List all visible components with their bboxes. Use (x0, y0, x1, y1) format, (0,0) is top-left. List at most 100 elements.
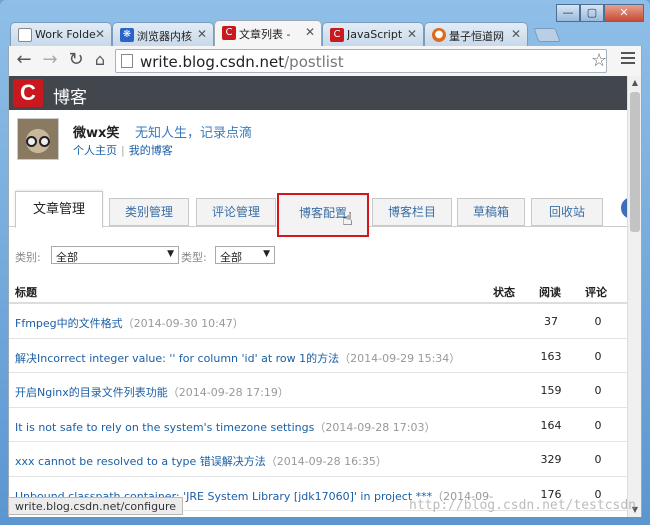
motto: 无知人生，记录点滴 (135, 126, 253, 141)
comment-count: 0 (594, 418, 602, 432)
tab-category-management[interactable]: 类别管理 (109, 198, 189, 226)
browser-tabstrip: Work Folde ✕ ❋ 浏览器内核 ✕ C 文章列表 - ✕ C Java… (10, 20, 570, 46)
profile-section: 微wx笑 无知人生，记录点滴 个人主页 | 我的博客 (17, 118, 617, 168)
browser-tab-label: 浏览器内核 (137, 30, 192, 43)
back-arrow-icon[interactable]: ← (13, 50, 35, 72)
url-path: /postlist (284, 53, 344, 71)
quantum-icon: ● (432, 28, 446, 42)
article-title-link[interactable]: xxx cannot be resolved to a type 错误解决方法 (15, 455, 266, 468)
avatar-glasses-icon (39, 136, 50, 147)
dropdown-caret-icon: ▼ (167, 249, 174, 259)
close-icon[interactable]: ✕ (95, 27, 105, 41)
dropdown-caret-icon: ▼ (263, 249, 270, 259)
header-comments: 评论 (585, 286, 607, 299)
forward-arrow-icon[interactable]: → (39, 50, 61, 72)
article-date: （2014-09-28 17:03） (314, 420, 436, 434)
browser-tab[interactable]: ● 量子恒道网 ✕ (424, 22, 528, 46)
close-icon[interactable]: ✕ (197, 27, 207, 41)
type-label: 类型: (181, 251, 207, 264)
avatar[interactable] (17, 118, 59, 160)
watermark: http://blog.csdn.net/testcsdn (409, 498, 636, 513)
browser-tab[interactable]: ❋ 浏览器内核 ✕ (112, 22, 214, 46)
article-title-link[interactable]: 解决Incorrect integer value: '' for column… (15, 352, 339, 365)
home-icon[interactable]: ⌂ (89, 50, 111, 72)
username: 微wx笑 (73, 126, 120, 141)
article-date: （2014-09-28 16:35） (265, 455, 387, 468)
browser-tab-active[interactable]: C 文章列表 - ✕ (214, 20, 322, 46)
article-date: （2014-09-29 15:34） (339, 351, 461, 365)
browser-toolbar: ← → ↻ ⌂ write.blog.csdn.net/postlist ☆ (8, 46, 642, 76)
url-text: write.blog.csdn.net/postlist (140, 53, 344, 71)
article-title-link[interactable]: 开启Nginx的目录文件列表功能 (15, 386, 168, 399)
table-row: Ffmpeg中的文件格式（2014-09-30 10:47） 37 0 (9, 304, 629, 339)
page-viewport: C 博客 微wx笑 无知人生，记录点滴 个人主页 | 我的博客 文章管理 类别管理 … (8, 76, 642, 517)
new-tab-button[interactable] (533, 28, 561, 42)
avatar-glasses-icon (26, 136, 37, 147)
home-link[interactable]: 个人主页 (73, 144, 117, 157)
tab-article-management[interactable]: 文章管理 (15, 191, 103, 228)
read-count: 163 (540, 349, 562, 363)
close-icon[interactable]: ✕ (407, 27, 417, 41)
table-row: It is not safe to rely on the system's t… (9, 408, 629, 442)
read-count: 164 (540, 418, 562, 432)
article-title-link[interactable]: It is not safe to rely on the system's t… (15, 421, 314, 434)
tab-recycle-bin[interactable]: 回收站 (531, 198, 603, 226)
comment-count: 0 (594, 315, 602, 328)
address-bar[interactable]: write.blog.csdn.net/postlist (115, 49, 607, 73)
bookmark-star-icon[interactable]: ☆ (591, 50, 607, 71)
close-icon[interactable]: ✕ (305, 25, 315, 39)
tab-blog-settings[interactable]: 博客配置 (277, 193, 369, 237)
reload-icon[interactable]: ↻ (65, 50, 87, 72)
status-bar-url: write.blog.csdn.net/configure (8, 497, 184, 515)
header-reads: 阅读 (539, 286, 561, 299)
article-title-cell: xxx cannot be resolved to a type 错误解决方法（… (15, 453, 387, 469)
menu-icon[interactable] (621, 52, 635, 67)
table-row: xxx cannot be resolved to a type 错误解决方法（… (9, 442, 629, 477)
browser-tab[interactable]: Work Folde ✕ (10, 22, 112, 46)
scroll-up-arrow-icon[interactable]: ▲ (628, 76, 641, 90)
article-title-cell: 解决Incorrect integer value: '' for column… (15, 350, 460, 366)
blog-nav-tabs: 文章管理 类别管理 评论管理 博客配置 博客栏目 草稿箱 回收站 (9, 191, 629, 237)
vertical-scrollbar[interactable]: ▲ ▼ (627, 76, 641, 517)
csdn-icon: C (330, 28, 344, 42)
tab-drafts[interactable]: 草稿箱 (457, 198, 525, 226)
url-host: write.blog.csdn.net (140, 53, 285, 71)
comment-count: 0 (594, 384, 602, 397)
blog-header-title: 博客 (53, 88, 87, 108)
read-count: 329 (540, 453, 562, 466)
browser-window: — ▢ ✕ Work Folde ✕ ❋ 浏览器内核 ✕ C 文章列表 - ✕ … (0, 0, 650, 525)
article-date: （2014-09-30 10:47） (122, 317, 244, 330)
category-select[interactable]: 全部 ▼ (51, 246, 179, 264)
table-header: 标题 状态 阅读 评论 (9, 276, 629, 304)
read-count: 37 (544, 315, 558, 328)
my-blog-link[interactable]: 我的博客 (129, 144, 173, 157)
type-select[interactable]: 全部 ▼ (215, 246, 275, 264)
read-count: 159 (540, 384, 562, 397)
article-table: 标题 状态 阅读 评论 Ffmpeg中的文件格式（2014-09-30 10:4… (9, 276, 629, 511)
browser-tab-label: Work Folde (35, 28, 96, 41)
header-title: 标题 (15, 286, 37, 299)
article-date: （2014-09-28 17:19） (167, 386, 289, 399)
hand-cursor-icon: ☝ (342, 209, 353, 230)
article-title-link[interactable]: Ffmpeg中的文件格式 (15, 317, 123, 330)
profile-links: 个人主页 | 我的博客 (73, 142, 173, 158)
close-window-button[interactable]: ✕ (604, 4, 644, 22)
close-icon[interactable]: ✕ (511, 27, 521, 41)
csdn-icon: C (222, 26, 236, 40)
blog-header: C 博客 (9, 76, 629, 110)
scrollbar-thumb[interactable] (630, 92, 640, 232)
category-select-value: 全部 (56, 251, 78, 264)
page-icon (18, 28, 32, 42)
header-status: 状态 (493, 286, 515, 299)
tab-comment-management[interactable]: 评论管理 (196, 198, 276, 226)
article-title-cell: 开启Nginx的目录文件列表功能（2014-09-28 17:19） (15, 384, 289, 400)
comment-count: 0 (594, 349, 602, 363)
csdn-logo[interactable]: C (13, 79, 43, 107)
paw-icon: ❋ (120, 28, 134, 42)
page-icon (121, 54, 133, 68)
comment-count: 0 (594, 453, 602, 466)
maximize-button[interactable]: ▢ (580, 4, 604, 22)
tab-blog-columns[interactable]: 博客栏目 (372, 198, 452, 226)
table-row: 开启Nginx的目录文件列表功能（2014-09-28 17:19） 159 0 (9, 373, 629, 408)
browser-tab[interactable]: C JavaScript ✕ (322, 22, 424, 46)
